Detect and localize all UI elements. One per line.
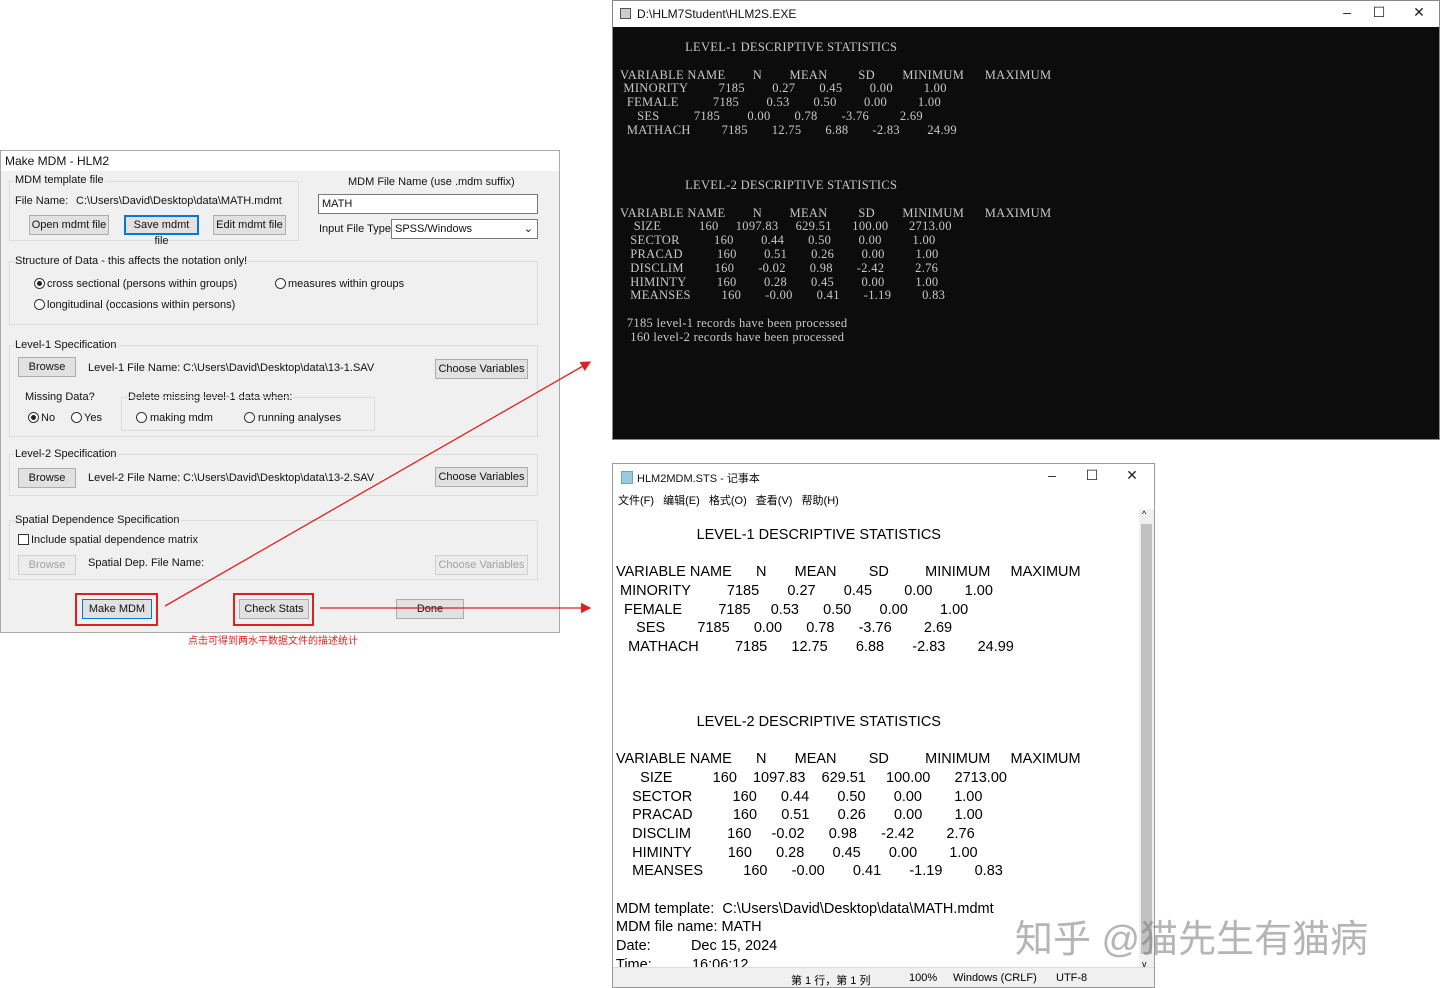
minimize-icon[interactable]: –	[1042, 467, 1062, 483]
console-app-icon	[620, 8, 631, 19]
console-titlebar: D:\HLM7Student\HLM2S.EXE – ☐ ✕	[613, 1, 1439, 27]
status-zoom: 100%	[909, 972, 937, 984]
text-line: SECTOR 160 0.44 0.50 0.00 1.00	[620, 234, 1051, 248]
vertical-scrollbar[interactable]: ^v	[1139, 509, 1154, 969]
menu-help[interactable]: 帮助(H)	[802, 495, 839, 507]
text-line: SIZE 160 1097.83 629.51 100.00 2713.00	[620, 220, 1051, 234]
menu-view[interactable]: 查看(V)	[756, 495, 793, 507]
text-line: DISCLIM 160 -0.02 0.98 -2.42 2.76	[616, 825, 1081, 844]
text-line	[620, 55, 1051, 69]
scroll-up-icon[interactable]: ^	[1142, 509, 1146, 519]
text-line: SECTOR 160 0.44 0.50 0.00 1.00	[616, 788, 1081, 807]
text-line: SIZE 160 1097.83 629.51 100.00 2713.00	[616, 769, 1081, 788]
notepad-app-icon	[621, 471, 633, 484]
text-line: FEMALE 7185 0.53 0.50 0.00 1.00	[616, 601, 1081, 620]
status-encoding: UTF-8	[1056, 972, 1087, 984]
console-title: D:\HLM7Student\HLM2S.EXE	[637, 7, 796, 21]
arrow-to-console	[165, 362, 590, 606]
text-line: VARIABLE NAME N MEAN SD MINIMUM MAXIMUM	[620, 207, 1051, 221]
text-line: VARIABLE NAME N MEAN SD MINIMUM MAXIMUM	[620, 69, 1051, 83]
console-window: D:\HLM7Student\HLM2S.EXE – ☐ ✕ LEVEL-1 D…	[612, 0, 1440, 440]
notepad-titlebar: HLM2MDM.STS - 记事本 – ☐ ✕	[613, 464, 1154, 489]
notepad-menubar: 文件(F) 编辑(E) 格式(O) 查看(V) 帮助(H)	[613, 489, 1154, 509]
console-output: LEVEL-1 DESCRIPTIVE STATISTICS VARIABLE N…	[620, 41, 1051, 345]
status-line-ending: Windows (CRLF)	[953, 972, 1037, 984]
text-line: MATHACH 7185 12.75 6.88 -2.83 24.99	[620, 124, 1051, 138]
text-line	[620, 303, 1051, 317]
text-line: MATHACH 7185 12.75 6.88 -2.83 24.99	[616, 638, 1081, 657]
text-line: SES 7185 0.00 0.78 -3.76 2.69	[616, 619, 1081, 638]
maximize-icon[interactable]: ☐	[1369, 4, 1389, 21]
text-line: MEANSES 160 -0.00 0.41 -1.19 0.83	[616, 862, 1081, 881]
notepad-title: HLM2MDM.STS - 记事本	[637, 470, 760, 486]
text-line	[620, 151, 1051, 165]
menu-format[interactable]: 格式(O)	[709, 495, 747, 507]
text-line	[616, 545, 1081, 564]
text-line: VARIABLE NAME N MEAN SD MINIMUM MAXIMUM	[616, 750, 1081, 769]
close-icon[interactable]: ✕	[1122, 467, 1142, 484]
text-line	[616, 732, 1081, 751]
menu-file[interactable]: 文件(F)	[618, 495, 654, 507]
text-line: FEMALE 7185 0.53 0.50 0.00 1.00	[620, 96, 1051, 110]
text-line: 7185 level-1 records have been processed	[620, 317, 1051, 331]
text-line: LEVEL-2 DESCRIPTIVE STATISTICS	[620, 179, 1051, 193]
text-line	[620, 138, 1051, 152]
close-icon[interactable]: ✕	[1409, 4, 1429, 21]
text-line: MDM file name: MATH	[616, 918, 1081, 937]
text-line: SES 7185 0.00 0.78 -3.76 2.69	[620, 110, 1051, 124]
notepad-text[interactable]: LEVEL-1 DESCRIPTIVE STATISTICS VARIABLE N…	[616, 526, 1081, 975]
scrollbar-thumb[interactable]	[1141, 524, 1152, 954]
text-line: LEVEL-1 DESCRIPTIVE STATISTICS	[620, 41, 1051, 55]
text-line: 160 level-2 records have been processed	[620, 331, 1051, 345]
text-line	[616, 676, 1081, 695]
annotation-arrows	[0, 0, 600, 988]
maximize-icon[interactable]: ☐	[1082, 467, 1102, 484]
text-line: LEVEL-1 DESCRIPTIVE STATISTICS	[616, 526, 1081, 545]
text-line: MDM template: C:\Users\David\Desktop\dat…	[616, 900, 1081, 919]
text-line	[620, 165, 1051, 179]
minimize-icon[interactable]: –	[1337, 4, 1357, 20]
text-line: Date: Dec 15, 2024	[616, 937, 1081, 956]
text-line: PRACAD 160 0.51 0.26 0.00 1.00	[616, 806, 1081, 825]
text-line	[616, 694, 1081, 713]
text-line	[620, 193, 1051, 207]
text-line: VARIABLE NAME N MEAN SD MINIMUM MAXIMUM	[616, 563, 1081, 582]
status-position: 第 1 行，第 1 列	[791, 972, 870, 988]
text-line: HIMINTY 160 0.28 0.45 0.00 1.00	[620, 276, 1051, 290]
watermark: 知乎 @猫先生有猫病	[1015, 908, 1368, 963]
text-line: LEVEL-2 DESCRIPTIVE STATISTICS	[616, 713, 1081, 732]
text-line	[616, 657, 1081, 676]
text-line: MEANSES 160 -0.00 0.41 -1.19 0.83	[620, 289, 1051, 303]
text-line: PRACAD 160 0.51 0.26 0.00 1.00	[620, 248, 1051, 262]
menu-edit[interactable]: 编辑(E)	[663, 495, 700, 507]
text-line: DISCLIM 160 -0.02 0.98 -2.42 2.76	[620, 262, 1051, 276]
text-line: MINORITY 7185 0.27 0.45 0.00 1.00	[620, 82, 1051, 96]
notepad-statusbar: 第 1 行，第 1 列 100% Windows (CRLF) UTF-8	[613, 967, 1154, 987]
text-line: HIMINTY 160 0.28 0.45 0.00 1.00	[616, 844, 1081, 863]
text-line: MINORITY 7185 0.27 0.45 0.00 1.00	[616, 582, 1081, 601]
text-line	[616, 881, 1081, 900]
